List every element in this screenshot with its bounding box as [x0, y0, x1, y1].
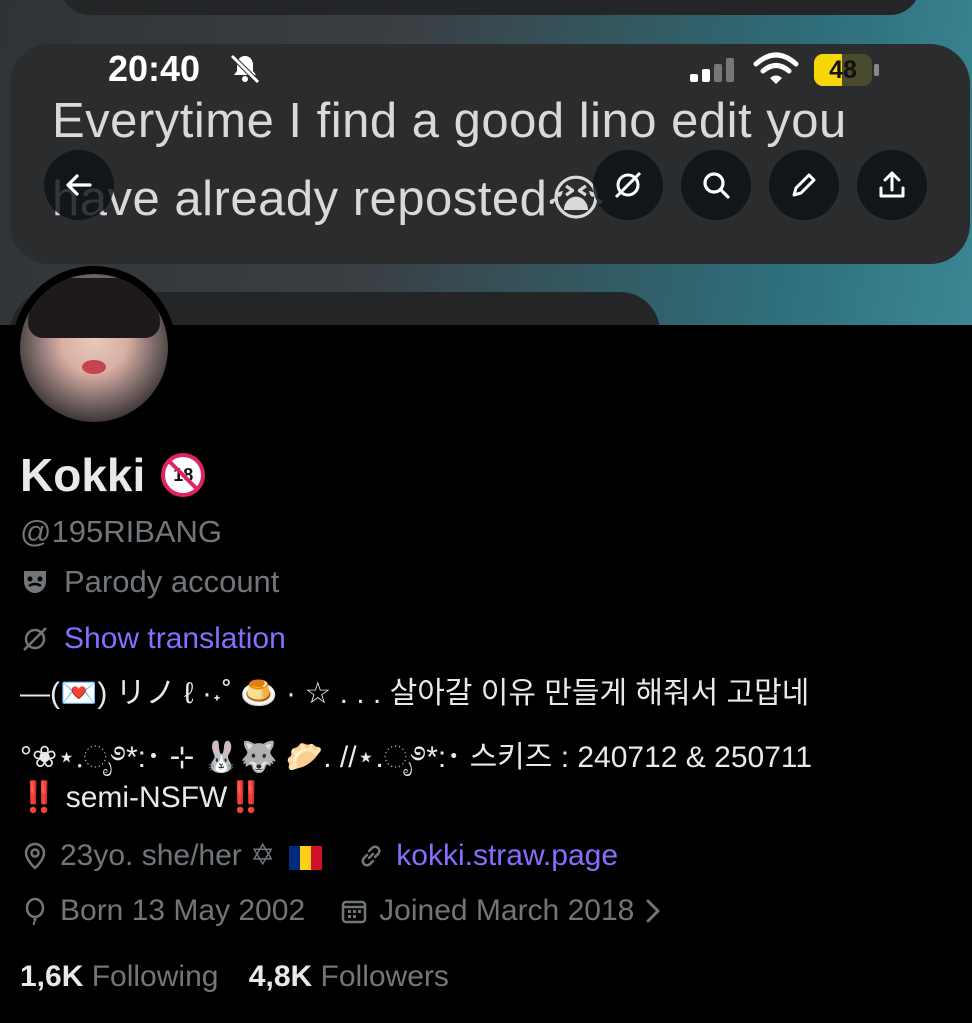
status-time: 20:40 [108, 48, 201, 89]
display-name: Kokki 18 [20, 448, 206, 502]
share-icon [879, 171, 905, 198]
theater-mask-icon [24, 571, 46, 593]
back-button[interactable] [44, 150, 114, 220]
calendar-icon [341, 900, 367, 924]
search-button[interactable] [681, 150, 751, 220]
display-name-text: Kokki [20, 449, 146, 501]
back-arrow-icon [66, 174, 92, 196]
chevron-right-icon[interactable] [644, 898, 662, 924]
following-count: 1,6K [20, 960, 84, 993]
wifi-icon [753, 52, 799, 84]
pencil-icon [792, 173, 816, 197]
follow-stats: 1,6K Following 4,8K Followers [20, 960, 471, 994]
globe-icon [614, 171, 642, 199]
location-pin-icon [24, 842, 46, 870]
signal-icon [690, 58, 734, 82]
profile-dates-row: Born 13 May 2002 Joined March 2018 [20, 894, 662, 928]
battery-level: 48 [829, 56, 857, 84]
search-icon [703, 172, 730, 199]
battery-indicator: 48 [814, 54, 880, 86]
show-translation-text[interactable]: Show translation [64, 622, 286, 656]
avatar-image [20, 274, 168, 422]
avatar[interactable] [12, 266, 176, 430]
profile-link[interactable]: kokki.straw.page [396, 839, 618, 873]
no-under-18-icon: 18 [161, 453, 206, 497]
status-bar: 20:40 48 [0, 48, 972, 96]
parody-text: Parody account [64, 564, 280, 599]
following-label: Following [91, 960, 219, 993]
followers-label: Followers [320, 960, 449, 993]
profile-banner[interactable]: Everytime I find a good lino edit you ha… [0, 0, 972, 325]
translate-globe-icon [23, 627, 47, 651]
share-button[interactable] [857, 150, 927, 220]
show-translation-link[interactable]: Show translation [20, 622, 286, 656]
bell-muted-icon [230, 54, 260, 84]
user-handle: @195RIBANG [20, 514, 223, 549]
following-link[interactable]: 1,6K Following [20, 960, 218, 993]
parody-label: Parody account [20, 564, 279, 600]
location-text: 23yo. she/her ✡︎ [60, 839, 276, 872]
followers-count: 4,8K [248, 960, 313, 993]
balloon-icon [25, 897, 45, 926]
translate-banner-button[interactable] [593, 150, 663, 220]
profile-meta-row: 23yo. she/her ✡︎ kokki.straw.page [20, 838, 618, 873]
followers-link[interactable]: 4,8K Followers [249, 960, 449, 993]
joined-text[interactable]: Joined March 2018 [379, 894, 634, 928]
birthday-text: Born 13 May 2002 [60, 894, 306, 927]
bio-line-3: ‼️ semi-NSFW‼️ [20, 781, 265, 814]
chat-bubble-top [60, 0, 920, 15]
romania-flag-icon [289, 844, 323, 870]
edit-button[interactable] [769, 150, 839, 220]
bio-line-1: —(💌) リノ ℓ ·˖˚ 🍮 · ☆ . . . 살아갈 이유 만들게 해줘서… [20, 677, 810, 710]
link-icon [361, 845, 381, 866]
